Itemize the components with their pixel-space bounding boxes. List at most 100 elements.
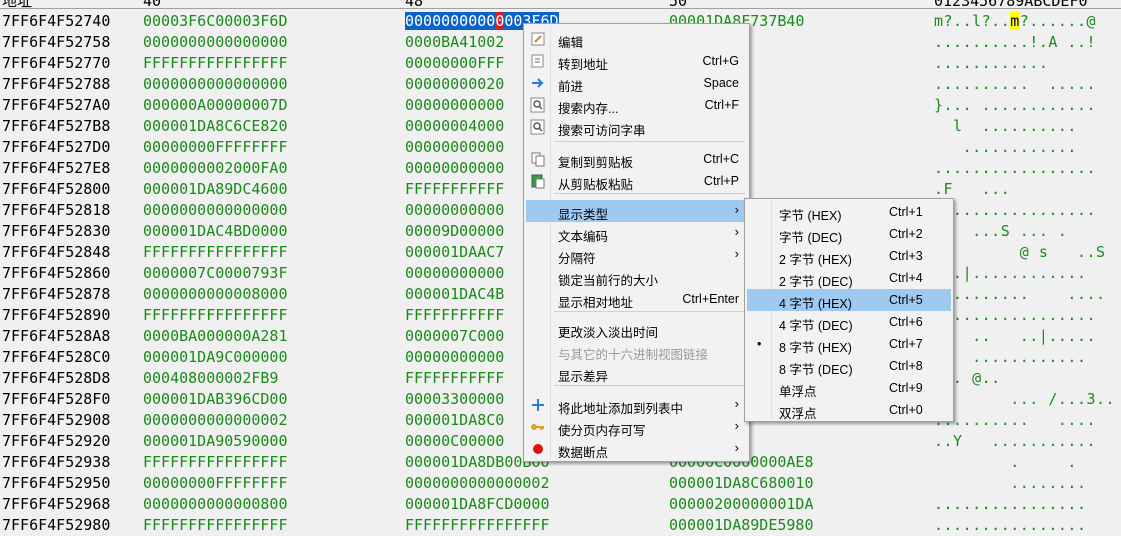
submenu-item-4byte-dec[interactable]: 4 字节 (DEC) Ctrl+6: [747, 311, 951, 333]
menu-item-show-diff[interactable]: 显示差异: [526, 362, 747, 384]
row-address[interactable]: 7FF6F4F528F0: [2, 389, 110, 410]
row-address[interactable]: 7FF6F4F528A8: [2, 326, 110, 347]
ascii-text[interactable]: m?..l?..m?......@: [934, 11, 1096, 32]
hex-cell[interactable]: 000001DAC4BD0000: [143, 221, 288, 242]
hex-cell[interactable]: 00000000000: [405, 200, 504, 221]
hex-cell[interactable]: FFFFFFFFFFFFFFFF: [143, 305, 288, 326]
ascii-text[interactable]: .................: [934, 158, 1096, 179]
hex-cell[interactable]: 00000000FFFFFFFF: [143, 473, 288, 494]
row-address[interactable]: 7FF6F4F52968: [2, 494, 110, 515]
menu-item-show-relative-address[interactable]: 显示相对地址 Ctrl+Enter: [526, 288, 747, 310]
submenu-item-2byte-dec[interactable]: 2 字节 (DEC) Ctrl+4: [747, 267, 951, 289]
ascii-text[interactable]: ................: [934, 515, 1087, 536]
hex-cell[interactable]: 0000007C000: [405, 326, 504, 347]
row-address[interactable]: 7FF6F4F527A0: [2, 95, 110, 116]
menu-item-display-type[interactable]: 显示类型 ›: [526, 200, 747, 222]
ascii-text[interactable]: ............: [934, 53, 1048, 74]
ascii-text[interactable]: .. ............: [934, 347, 1087, 368]
hex-cell[interactable]: FFFFFFFFFFFFFFFF: [143, 53, 288, 74]
ascii-text[interactable]: . ...S ... .: [934, 221, 1067, 242]
hex-cell[interactable]: 0000007C0000793F: [143, 263, 288, 284]
hex-cell[interactable]: 00000000000: [405, 95, 504, 116]
menu-item-separator-option[interactable]: 分隔符 ›: [526, 244, 747, 266]
row-address[interactable]: 7FF6F4F527E8: [2, 158, 110, 179]
row-address[interactable]: 7FF6F4F52890: [2, 305, 110, 326]
hex-cell[interactable]: 000001DAC4B: [405, 284, 504, 305]
row-address[interactable]: 7FF6F4F52950: [2, 473, 110, 494]
hex-cell[interactable]: 00000000FFFFFFFF: [143, 137, 288, 158]
hex-cell[interactable]: 00000000000: [405, 137, 504, 158]
ascii-text[interactable]: .F ...: [934, 179, 1010, 200]
ascii-text[interactable]: }... ............: [934, 95, 1096, 116]
menu-item-data-breakpoint[interactable]: 数据断点 ›: [526, 438, 747, 460]
row-address[interactable]: 7FF6F4F52878: [2, 284, 110, 305]
row-address[interactable]: 7FF6F4F52830: [2, 221, 110, 242]
menu-item-text-encoding[interactable]: 文本编码 ›: [526, 222, 747, 244]
hex-cell[interactable]: 000408000002FB9: [143, 368, 278, 389]
hex-cell[interactable]: 000001DA8C6CE820: [143, 116, 288, 137]
hex-cell[interactable]: 0000000000000000: [143, 200, 288, 221]
hex-cell[interactable]: 000001DA90590000: [143, 431, 288, 452]
hex-cell[interactable]: FFFFFFFFFFFFFFFF: [143, 242, 288, 263]
hex-row[interactable]: 7FF6F4F52980 FFFFFFFFFFFFFFFF FFFFFFFFFFFF…: [0, 515, 1121, 536]
ascii-text[interactable]: @ s ..S: [934, 242, 1106, 263]
ascii-text[interactable]: ..........!.A ..!: [934, 32, 1096, 53]
menu-item-edit[interactable]: 编辑: [526, 28, 747, 50]
hex-cell[interactable]: 000001DA8C680010: [669, 473, 814, 494]
ascii-text[interactable]: l ..........: [934, 116, 1077, 137]
ascii-text[interactable]: .................: [934, 200, 1096, 221]
hex-cell[interactable]: 000001DA89DE5980: [669, 515, 814, 536]
hex-cell[interactable]: 000001DA8FCD0000: [405, 494, 550, 515]
menu-item-change-fade-time[interactable]: 更改淡入淡出时间: [526, 318, 747, 340]
row-address[interactable]: 7FF6F4F52800: [2, 179, 110, 200]
hex-cell[interactable]: 00000C00000: [405, 431, 504, 452]
menu-item-make-page-writable[interactable]: 使分页内存可写 ›: [526, 416, 747, 438]
ascii-text[interactable]: ........: [934, 473, 1087, 494]
submenu-item-double[interactable]: 双浮点 Ctrl+0: [747, 399, 951, 421]
hex-row[interactable]: 7FF6F4F52968 0000000000000800 000001DA8FCD…: [0, 494, 1121, 515]
hex-cell[interactable]: 0000000000000002: [143, 410, 288, 431]
hex-cell[interactable]: 0000000000000000: [143, 74, 288, 95]
menu-item-link-hex-views[interactable]: 与其它的十六进制视图链接: [526, 340, 747, 362]
hex-cell[interactable]: FFFFFFFFFFF: [405, 179, 504, 200]
menu-item-search-strings[interactable]: 搜索可访问字串: [526, 116, 747, 138]
ascii-text[interactable]: . .: [934, 452, 1077, 473]
row-address[interactable]: 7FF6F4F528C0: [2, 347, 110, 368]
hex-cell[interactable]: FFFFFFFFFFF: [405, 305, 504, 326]
hex-cell[interactable]: 00000200000001DA: [669, 494, 814, 515]
hex-cell[interactable]: 0000BA000000A281: [143, 326, 288, 347]
hex-cell[interactable]: 00003300000: [405, 389, 504, 410]
hex-cell[interactable]: FFFFFFFFFFFFFFFF: [143, 452, 288, 473]
ascii-text[interactable]: .................: [934, 305, 1096, 326]
row-address[interactable]: 7FF6F4F52818: [2, 200, 110, 221]
menu-item-paste[interactable]: 从剪贴板粘贴 Ctrl+P: [526, 170, 747, 192]
ascii-text[interactable]: .......... .....: [934, 74, 1096, 95]
hex-cell[interactable]: 0000000000000800: [143, 494, 288, 515]
row-address[interactable]: 7FF6F4F52920: [2, 431, 110, 452]
submenu-item-8byte-dec[interactable]: 8 字节 (DEC) Ctrl+8: [747, 355, 951, 377]
menu-item-add-to-list[interactable]: 将此地址添加到列表中 ›: [526, 394, 747, 416]
hex-cell[interactable]: 00000000000: [405, 158, 504, 179]
hex-cell[interactable]: 00000000020: [405, 74, 504, 95]
hex-cell[interactable]: 000001DA8C0: [405, 410, 504, 431]
menu-item-forward[interactable]: 前进 Space: [526, 72, 747, 94]
row-address[interactable]: 7FF6F4F527B8: [2, 116, 110, 137]
hex-cell[interactable]: FFFFFFFFFFF: [405, 368, 504, 389]
submenu-item-byte-hex[interactable]: 字节 (HEX) Ctrl+1: [747, 201, 951, 223]
hex-cell[interactable]: 00000000FFF: [405, 53, 504, 74]
hex-cell[interactable]: 0000000000000002: [405, 473, 550, 494]
hex-cell[interactable]: 000001DAAC7: [405, 242, 504, 263]
hex-cell[interactable]: FFFFFFFFFFFFFFFF: [143, 515, 288, 536]
menu-item-goto-address[interactable]: 转到地址 Ctrl+G: [526, 50, 747, 72]
submenu-item-float[interactable]: 单浮点 Ctrl+9: [747, 377, 951, 399]
row-address[interactable]: 7FF6F4F52860: [2, 263, 110, 284]
menu-item-copy[interactable]: 复制到剪贴板 Ctrl+C: [526, 148, 747, 170]
hex-cell[interactable]: 000001DA89DC4600: [143, 179, 288, 200]
hex-cell[interactable]: 0000000000008000: [143, 284, 288, 305]
hex-cell[interactable]: 00000000000: [405, 263, 504, 284]
ascii-text[interactable]: ................: [934, 494, 1087, 515]
ascii-text[interactable]: ............: [934, 137, 1077, 158]
row-address[interactable]: 7FF6F4F52938: [2, 452, 110, 473]
row-address[interactable]: 7FF6F4F52980: [2, 515, 110, 536]
hex-row[interactable]: 7FF6F4F52950 00000000FFFFFFFF 000000000000…: [0, 473, 1121, 494]
